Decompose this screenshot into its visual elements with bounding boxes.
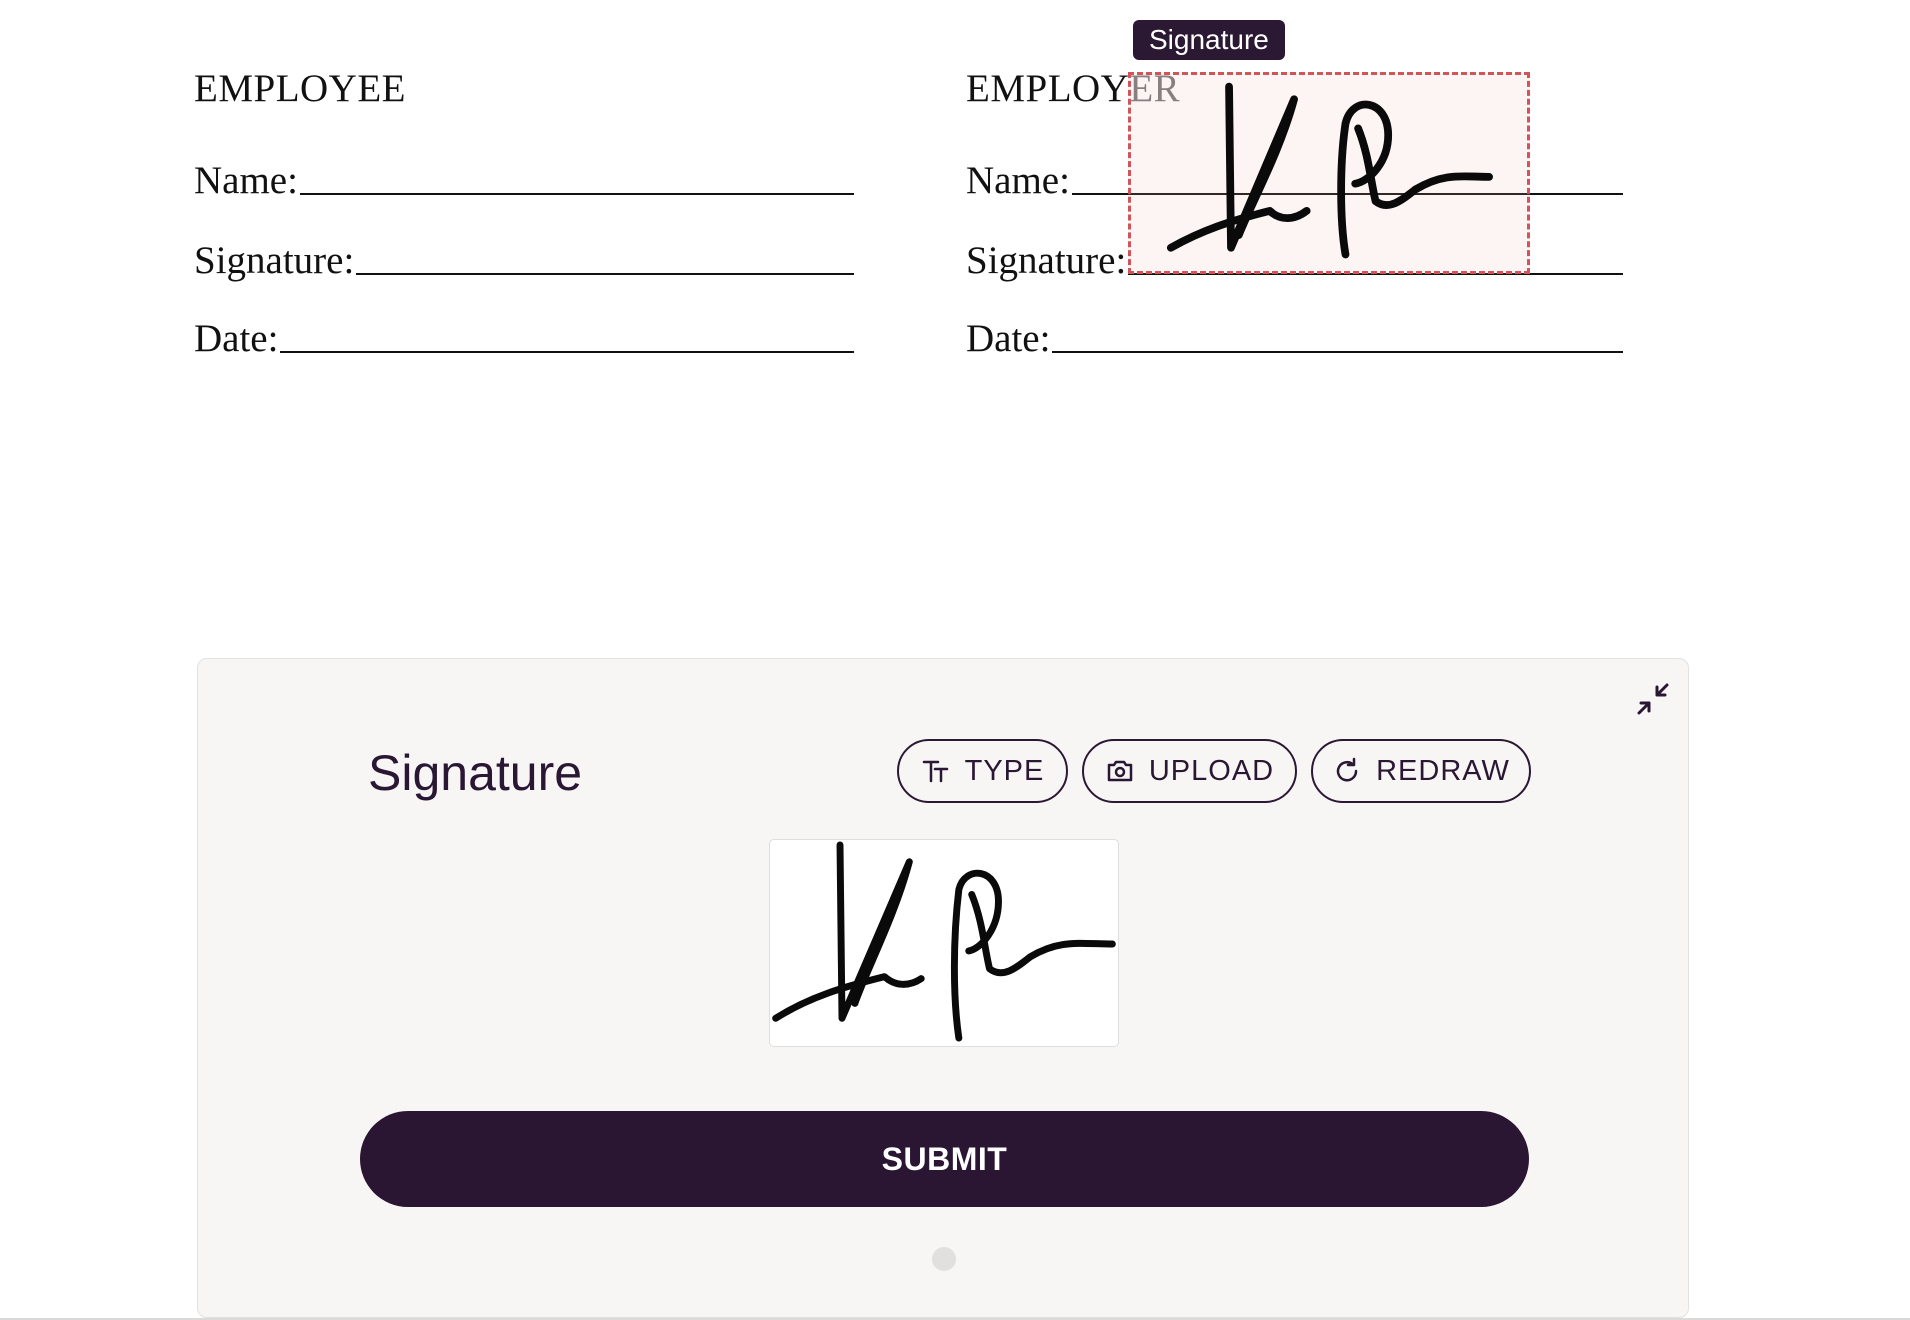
employee-name-line [299, 193, 854, 195]
employer-date-label: Date: [966, 317, 1051, 360]
employee-date-line [280, 351, 854, 353]
employee-name-field: Name: [194, 158, 854, 203]
signature-field-tooltip: Signature [1133, 20, 1285, 60]
camera-icon [1107, 760, 1133, 782]
collapse-arrows-icon[interactable] [1635, 681, 1671, 717]
employee-date-label: Date: [194, 317, 279, 360]
upload-button[interactable]: UPLOAD [1082, 739, 1297, 803]
redraw-button[interactable]: REDRAW [1311, 739, 1531, 803]
employee-name-label: Name: [194, 159, 298, 202]
employer-date-line [1052, 351, 1623, 353]
employer-date-field: Date: [966, 316, 1623, 361]
employer-name-label: Name: [966, 159, 1070, 202]
upload-button-label: UPLOAD [1148, 754, 1275, 787]
text-size-icon [922, 760, 948, 783]
refresh-icon [1336, 757, 1358, 782]
submit-button[interactable]: SUBMIT [360, 1111, 1529, 1207]
redraw-button-label: REDRAW [1376, 754, 1510, 787]
employee-heading: EMPLOYEE [194, 67, 406, 110]
signature-preview-image [772, 841, 1116, 1042]
page-indicator-dot [932, 1247, 956, 1271]
type-button-label: TYPE [964, 754, 1045, 787]
signature-preview [769, 839, 1119, 1047]
employee-signature-label: Signature: [194, 239, 355, 282]
employee-signature-line [356, 273, 854, 275]
placed-signature-image [1166, 82, 1493, 259]
employee-signature-field: Signature: [194, 238, 854, 283]
signature-panel: Signature TYPE UPLOAD REDRAW SUBMIT [197, 658, 1689, 1318]
placed-signature-field[interactable] [1128, 72, 1530, 274]
employer-signature-label: Signature: [966, 239, 1127, 282]
document-page: EMPLOYEE Name: Signature: Date: EMPLOYER… [0, 0, 1910, 660]
employer-heading-part1: EMPLOY [966, 67, 1130, 110]
employee-date-field: Date: [194, 316, 854, 361]
type-button[interactable]: TYPE [897, 739, 1068, 803]
signature-panel-title: Signature [368, 745, 583, 801]
